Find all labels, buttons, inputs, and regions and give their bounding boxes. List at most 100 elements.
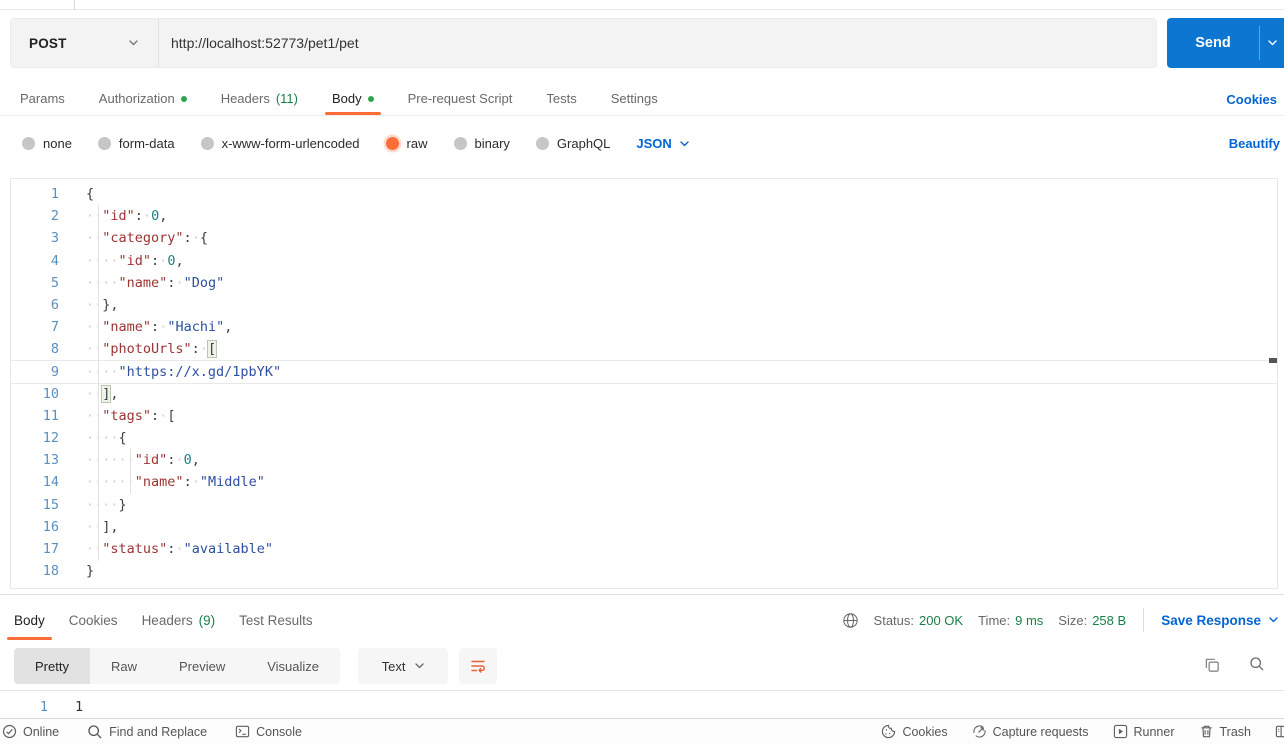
token: , <box>224 319 233 336</box>
token: "https://x.gd/1pbYK" <box>118 363 282 380</box>
tab-label: Tests <box>546 91 577 106</box>
code-line[interactable]: 15 ····} <box>11 494 1277 516</box>
code-line[interactable]: 9 ····"https://x.gd/1pbYK" <box>11 361 1277 383</box>
code-line[interactable]: 4 ····"id":·0, <box>11 250 1277 272</box>
chevron-down-icon[interactable] <box>1268 40 1277 46</box>
tab-settings[interactable]: Settings <box>611 82 658 115</box>
meta-time: Time: 9 ms <box>978 613 1043 628</box>
method-selector[interactable]: POST <box>29 19 67 67</box>
code-line[interactable]: 2 ··"id":·0, <box>11 205 1277 227</box>
cookies-link[interactable]: Cookies <box>1226 82 1277 116</box>
online-button[interactable]: Online <box>2 724 59 739</box>
response-tab-body[interactable]: Body <box>7 600 52 640</box>
token: "Hachi" <box>167 319 225 336</box>
token: : <box>191 341 200 358</box>
token: ···· <box>86 274 119 291</box>
request-body-editor[interactable]: 1{2 ··"id":·0, 3 ··"category":·{4 ····"id":·… <box>10 178 1278 589</box>
tab-label: Settings <box>610 91 658 106</box>
body-mode-raw[interactable]: raw <box>385 136 428 151</box>
tab-label: Body <box>14 612 45 628</box>
token: ······ <box>86 474 135 491</box>
radio-icon <box>22 137 35 150</box>
body-mode-none[interactable]: none <box>22 136 72 151</box>
beautify-link[interactable]: Beautify <box>1229 125 1280 162</box>
radio-icon <box>200 137 214 150</box>
code-line[interactable]: 14 ······"name":·"Middle" <box>11 471 1277 493</box>
code-line[interactable]: 11 ··"tags":·[ <box>11 405 1277 427</box>
code-line[interactable]: 6 ··}, <box>11 294 1277 316</box>
tab-params[interactable]: Params <box>20 82 65 115</box>
divider <box>1143 608 1145 632</box>
code-line[interactable]: 5 ····"name":·"Dog" <box>11 272 1277 294</box>
code-line[interactable]: 17 ··"status":·"available" <box>11 538 1277 560</box>
token: · <box>175 274 184 291</box>
code-line[interactable]: 13 ······"id":·0, <box>11 449 1277 471</box>
request-url-bar: POST http://localhost:52773/pet1/pet <box>10 18 1157 68</box>
find-and-replace-button[interactable]: Find and Replace <box>87 724 207 740</box>
code-line[interactable]: 1{ <box>11 183 1277 205</box>
radio-icon <box>97 137 111 150</box>
wrap-text-button[interactable] <box>459 648 498 684</box>
token: ·· <box>86 319 103 336</box>
cookies-button[interactable]: Cookies <box>881 724 948 739</box>
tab-authorization[interactable]: Authorization <box>99 82 187 115</box>
response-tab-cookies[interactable]: Cookies <box>69 600 118 640</box>
token: 0 <box>183 452 192 469</box>
runner-button[interactable]: Runner <box>1113 724 1175 739</box>
format-label: Text <box>381 658 406 674</box>
code-line[interactable]: 10 ··], <box>11 383 1277 405</box>
code-line[interactable]: 18} <box>11 560 1277 582</box>
tab-pre-request-script[interactable]: Pre-request Script <box>408 82 513 115</box>
code-line[interactable]: 3 ··"category":·{ <box>11 227 1277 249</box>
send-button[interactable]: Send <box>1167 18 1284 68</box>
copy-icon[interactable] <box>1203 656 1221 674</box>
globe-icon[interactable] <box>842 612 859 629</box>
green-dot-icon <box>367 95 374 102</box>
view-tab-visualize[interactable]: Visualize <box>246 648 340 684</box>
code-line[interactable]: 7 ··"name":·"Hachi", <box>11 316 1277 338</box>
token: "category" <box>102 230 184 247</box>
search-icon[interactable] <box>1249 656 1265 672</box>
token: "id" <box>118 252 152 269</box>
code-line[interactable]: 16 ··], <box>11 516 1277 538</box>
body-mode-form-data[interactable]: form-data <box>97 136 175 151</box>
response-code-line[interactable]: 11 <box>0 696 1284 718</box>
token: } <box>118 496 127 513</box>
mode-label: form-data <box>118 136 175 151</box>
token: ·· <box>86 385 103 402</box>
tab-body[interactable]: Body <box>325 82 381 115</box>
body-mode-x-www-form-urlencoded[interactable]: x-www-form-urlencoded <box>200 136 360 151</box>
format-selector[interactable]: Text <box>358 648 449 684</box>
trash-button[interactable]: Trash <box>1199 724 1251 739</box>
token: , <box>110 385 119 402</box>
line-number: 13 <box>42 452 59 469</box>
tab-headers[interactable]: Headers (11) <box>221 82 298 115</box>
scrollbar-marker[interactable] <box>1269 358 1277 363</box>
code-line[interactable]: 8 ··"photoUrls":·[ <box>11 338 1277 360</box>
line-number: 1 <box>39 699 48 715</box>
view-tab-raw[interactable]: Raw <box>90 648 158 684</box>
response-tab-test-results[interactable]: Test Results <box>239 600 313 640</box>
body-mode-graphql[interactable]: GraphQL <box>535 136 610 151</box>
body-mode-binary[interactable]: binary <box>453 136 510 151</box>
status-bar-label: Online <box>23 724 60 739</box>
capture-requests-button[interactable]: Capture requests <box>972 724 1089 739</box>
view-tab-pretty[interactable]: Pretty <box>14 648 90 684</box>
response-body-viewer[interactable]: 11 <box>0 690 1284 718</box>
response-tab-headers[interactable]: Headers (9) <box>142 600 216 640</box>
console-button[interactable]: Console <box>235 724 302 739</box>
indent-guide <box>130 449 131 494</box>
tab-tests[interactable]: Tests <box>546 82 576 115</box>
chevron-down-icon[interactable] <box>129 40 138 46</box>
code-line[interactable]: 12 ····{ <box>11 427 1277 449</box>
line-number: 9 <box>50 363 59 380</box>
url-input[interactable]: http://localhost:52773/pet1/pet <box>171 19 359 67</box>
view-tab-preview[interactable]: Preview <box>158 648 246 684</box>
tab-count: (9) <box>198 612 216 628</box>
token: ·· <box>86 230 103 247</box>
panes-icon[interactable] <box>1275 724 1284 739</box>
language-selector[interactable]: JSON <box>636 136 689 151</box>
save-response-button[interactable]: Save Response <box>1161 613 1278 628</box>
divider <box>158 19 159 67</box>
tab-label: Pre-request Script <box>407 91 513 106</box>
